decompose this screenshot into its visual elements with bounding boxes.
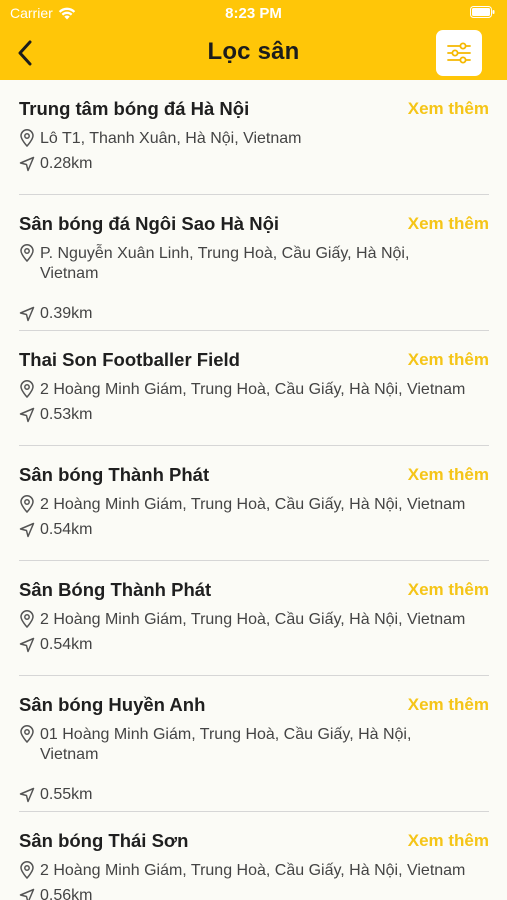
field-address-text: 2 Hoàng Minh Giám, Trung Hoà, Cầu Giấy, …	[40, 381, 466, 398]
field-distance: 0.56km	[19, 887, 92, 900]
field-list: Trung tâm bóng đá Hà Nội Xem thêm Lô T1, T…	[0, 80, 507, 900]
field-address-text: 2 Hoàng Minh Giám, Trung Hoà, Cầu Giấy, …	[40, 496, 466, 513]
see-more-link[interactable]: Xem thêm	[408, 465, 489, 485]
field-address: Lô T1, Thanh Xuân, Hà Nội, Vietnam	[19, 129, 507, 149]
field-distance: 0.55km	[19, 786, 92, 804]
field-address-text: 01 Hoàng Minh Giám, Trung Hoà, Cầu Giấy,…	[40, 726, 412, 763]
navigation-arrow-icon	[19, 306, 35, 322]
status-bar: Carrier 8:23 PM	[0, 0, 507, 28]
field-distance-text: 0.55km	[40, 786, 93, 803]
field-list-item[interactable]: Sân Bóng Thành Phát Xem thêm 2 Hoàng Minh …	[19, 561, 489, 676]
field-distance: 0.53km	[19, 406, 92, 424]
see-more-link[interactable]: Xem thêm	[408, 695, 489, 715]
field-name: Sân Bóng Thành Phát	[19, 579, 212, 600]
sliders-icon	[447, 42, 471, 64]
field-list-item[interactable]: Thai Son Footballer Field Xem thêm 2 Hoàng…	[19, 331, 489, 446]
field-address-text: 2 Hoàng Minh Giám, Trung Hoà, Cầu Giấy, …	[40, 862, 466, 879]
header-bar: Carrier 8:23 PM Lọc sân	[0, 0, 507, 80]
field-name: Trung tâm bóng đá Hà Nội	[19, 98, 250, 119]
field-distance-text: 0.56km	[40, 887, 93, 900]
navigation-arrow-icon	[19, 637, 35, 653]
field-distance-text: 0.39km	[40, 305, 93, 322]
field-distance: 0.54km	[19, 521, 92, 539]
filter-button[interactable]	[436, 30, 482, 76]
field-list-item[interactable]: Sân bóng Thành Phát Xem thêm 2 Hoàng Minh …	[19, 446, 489, 561]
field-distance: 0.39km	[19, 305, 92, 323]
field-address: 01 Hoàng Minh Giám, Trung Hoà, Cầu Giấy,…	[19, 725, 507, 765]
map-pin-icon	[20, 380, 34, 398]
map-pin-icon	[20, 495, 34, 513]
field-list-item[interactable]: Trung tâm bóng đá Hà Nội Xem thêm Lô T1, T…	[19, 80, 489, 195]
field-distance-text: 0.53km	[40, 406, 93, 423]
field-distance-text: 0.54km	[40, 636, 93, 653]
field-list-item[interactable]: Sân bóng Thái Sơn Xem thêm 2 Hoàng Minh Gi…	[19, 812, 489, 900]
page-title: Lọc sân	[207, 38, 300, 65]
map-pin-icon	[20, 129, 34, 147]
field-distance: 0.54km	[19, 636, 92, 654]
see-more-link[interactable]: Xem thêm	[408, 831, 489, 851]
field-name: Thai Son Footballer Field	[19, 349, 240, 370]
field-address-text: 2 Hoàng Minh Giám, Trung Hoà, Cầu Giấy, …	[40, 611, 466, 628]
field-list-item[interactable]: Sân bóng đá Ngôi Sao Hà Nội Xem thêm P. Ng…	[19, 195, 489, 331]
see-more-link[interactable]: Xem thêm	[408, 99, 489, 119]
field-name: Sân bóng đá Ngôi Sao Hà Nội	[19, 213, 280, 234]
field-name: Sân bóng Huyền Anh	[19, 694, 206, 715]
map-pin-icon	[20, 861, 34, 879]
field-address: 2 Hoàng Minh Giám, Trung Hoà, Cầu Giấy, …	[19, 610, 507, 630]
field-address: 2 Hoàng Minh Giám, Trung Hoà, Cầu Giấy, …	[19, 495, 507, 515]
status-time: 8:23 PM	[225, 5, 282, 22]
field-name: Sân bóng Thành Phát	[19, 464, 210, 485]
see-more-link[interactable]: Xem thêm	[408, 214, 489, 234]
map-pin-icon	[20, 610, 34, 628]
navigation-arrow-icon	[19, 522, 35, 538]
field-address-text: Lô T1, Thanh Xuân, Hà Nội, Vietnam	[40, 130, 302, 147]
battery-icon	[470, 6, 495, 18]
field-address-text: P. Nguyễn Xuân Linh, Trung Hoà, Cầu Giấy…	[40, 245, 410, 282]
map-pin-icon	[20, 244, 34, 262]
navigation-arrow-icon	[19, 888, 35, 900]
navigation-bar: Lọc sân	[0, 28, 507, 80]
field-address: 2 Hoàng Minh Giám, Trung Hoà, Cầu Giấy, …	[19, 861, 507, 881]
navigation-arrow-icon	[19, 407, 35, 423]
navigation-arrow-icon	[19, 787, 35, 803]
field-list-item[interactable]: Sân bóng Huyền Anh Xem thêm 01 Hoàng Minh …	[19, 676, 489, 812]
navigation-arrow-icon	[19, 156, 35, 172]
field-name: Sân bóng Thái Sơn	[19, 830, 189, 851]
see-more-link[interactable]: Xem thêm	[408, 350, 489, 370]
field-address: P. Nguyễn Xuân Linh, Trung Hoà, Cầu Giấy…	[19, 244, 507, 284]
see-more-link[interactable]: Xem thêm	[408, 580, 489, 600]
field-distance-text: 0.28km	[40, 155, 93, 172]
field-distance: 0.28km	[19, 155, 92, 173]
map-pin-icon	[20, 725, 34, 743]
field-distance-text: 0.54km	[40, 521, 93, 538]
field-address: 2 Hoàng Minh Giám, Trung Hoà, Cầu Giấy, …	[19, 380, 507, 400]
